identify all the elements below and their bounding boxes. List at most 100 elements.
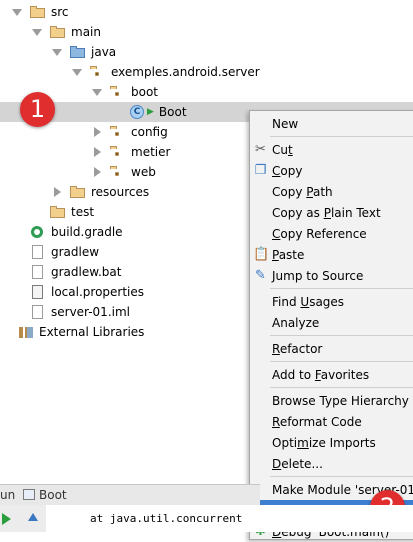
tree-item[interactable]: java [52,42,116,62]
menu-item-paste[interactable]: 📋 Paste [250,244,413,265]
menu-item-label: Browse Type Hierarchy [272,393,409,408]
console-line: at java.util.concurrent [90,512,243,525]
menu-item-add-to-favorites[interactable]: Add to Favorites [250,364,413,385]
jump-icon: ✎ [255,268,266,283]
tree-item[interactable]: resources [52,182,149,202]
tree-item[interactable]: main [32,22,101,42]
tree-item[interactable]: server-01.iml [12,302,130,322]
tree-row[interactable]: exemples.android.server [0,62,413,82]
collapsed-arrow-icon[interactable] [94,127,101,137]
menu-item-cut[interactable]: ✂ Cut [250,139,413,160]
tree-row[interactable]: boot [0,82,413,102]
menu-item-copy-path[interactable]: Copy Path [250,181,413,202]
menu-item-refactor[interactable]: Refactor [250,338,413,359]
run-tab-prefix: un [0,488,16,502]
folder-icon [30,5,46,19]
mnemonic: U [300,294,310,309]
menu-separator [270,288,413,289]
tree-item[interactable]: metier [92,142,170,162]
menu-item-jump-to-source[interactable]: ✎ Jump to Source [250,265,413,286]
mnemonic: C [272,226,281,241]
tree-item[interactable]: config [92,122,168,142]
menu-separator [270,335,413,336]
menu-item-label: Copy [272,163,303,178]
folder-icon [70,185,86,199]
tree-row[interactable]: main [0,22,413,42]
menu-item-analyze[interactable]: Analyze [250,312,413,333]
menu-item-copy-reference[interactable]: Copy Reference [250,223,413,244]
context-menu: New ✂ Cut ❐ Copy Copy Path Copy as Plain Text C… [249,110,413,540]
tree-item-label: Boot [158,105,187,119]
mnemonic: F [314,367,321,382]
package-icon [110,85,126,99]
tree-row[interactable]: src [0,2,413,22]
scroll-up-icon[interactable] [28,513,38,521]
run-toolbar [0,505,46,532]
tree-item-label: main [71,25,101,39]
menu-item-reformat-code[interactable]: Reformat Code [250,411,413,432]
expanded-arrow-icon[interactable] [72,68,82,76]
menu-item-label: Add to Favorites [272,367,370,382]
run-tab-label: Boot [39,488,67,502]
tree-item[interactable]: boot [92,82,158,102]
tree-item[interactable]: gradlew [12,242,99,262]
run-tool-window-tab[interactable]: un Boot [0,484,260,506]
tree-item-label: test [71,205,95,219]
tree-item-label: resources [91,185,150,199]
menu-item-copy[interactable]: ❐ Copy [250,160,413,181]
menu-item-browse-type-hierarchy[interactable]: Browse Type Hierarchy [250,390,413,411]
tree-item-label: config [131,125,168,139]
tree-item[interactable]: local.properties [12,282,144,302]
mnemonic: R [272,341,280,356]
tree-item[interactable]: test [32,202,94,222]
mnemonic: P [272,247,279,262]
menu-item-delete[interactable]: Delete... [250,453,413,474]
tree-item-label: java [91,45,117,59]
tree-item-label: boot [131,85,159,99]
menu-separator [270,387,413,388]
menu-item-find-usages[interactable]: Find Usages [250,291,413,312]
copy-icon: ❐ [254,163,267,178]
collapsed-arrow-icon[interactable] [54,187,61,197]
folder-icon [50,25,66,39]
menu-separator [270,476,413,477]
menu-item-label: Copy Path [272,184,333,199]
tree-item[interactable]: C ▶ Boot [112,102,187,122]
libraries-icon [18,325,34,339]
tree-item-label: src [51,5,69,19]
package-icon [110,125,126,139]
menu-item-label: Jump to Source [272,268,364,283]
menu-item-label: Reformat Code [272,414,362,429]
tree-item-label: exemples.android.server [111,65,260,79]
menu-item-optimize-imports[interactable]: Optimize Imports [250,432,413,453]
tree-item[interactable]: exemples.android.server [72,62,260,82]
menu-item-label: New [272,116,299,131]
collapsed-arrow-icon[interactable] [94,147,101,157]
java-class-icon: C [130,105,144,119]
menu-item-label: Delete... [272,456,323,471]
tree-item[interactable]: web [92,162,156,182]
tree-item[interactable]: src [12,2,69,22]
mnemonic: P [306,184,313,199]
menu-item-new[interactable]: New [250,113,413,134]
expanded-arrow-icon[interactable] [52,48,62,56]
expanded-arrow-icon[interactable] [12,8,22,16]
mnemonic: R [272,414,280,429]
source-folder-icon [70,45,86,59]
mnemonic: m [297,435,309,450]
tree-item-label: web [131,165,156,179]
mnemonic: P [323,205,331,220]
tree-item[interactable]: External Libraries [0,322,144,342]
runnable-marker-icon: ▶ [147,107,154,117]
menu-item-copy-as-plain-text[interactable]: Copy as Plain Text [250,202,413,223]
expanded-arrow-icon[interactable] [92,88,102,96]
menu-item-label: Copy Reference [272,226,367,241]
rerun-icon[interactable] [2,513,11,525]
mnemonic: t [287,142,293,157]
collapsed-arrow-icon[interactable] [94,167,101,177]
tree-item[interactable]: gradlew.bat [12,262,121,282]
tree-row[interactable]: java [0,42,413,62]
tree-item[interactable]: build.gradle [12,222,123,242]
menu-item-label: Analyze [272,315,320,330]
expanded-arrow-icon[interactable] [32,28,42,36]
